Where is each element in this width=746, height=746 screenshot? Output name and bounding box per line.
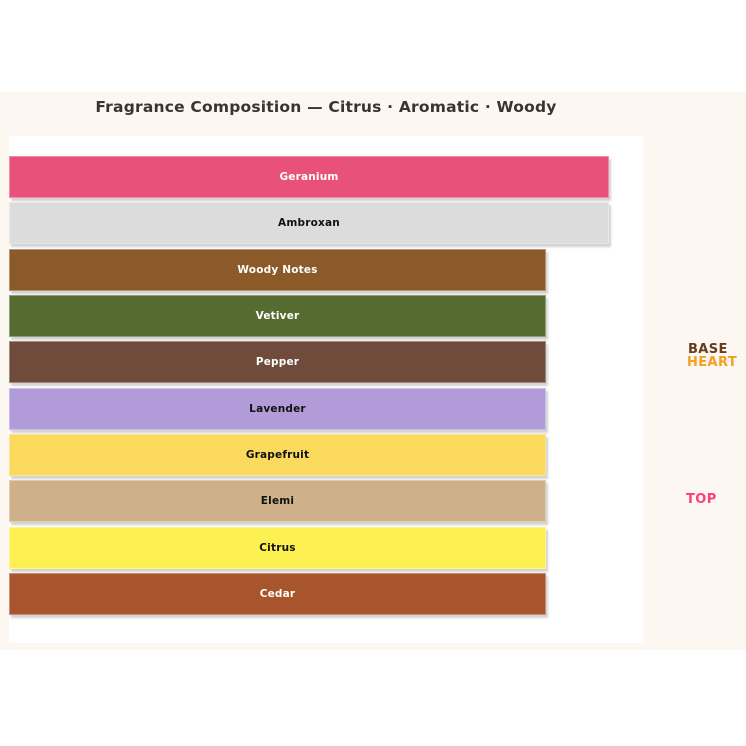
bar-label: Vetiver (256, 310, 300, 322)
bar-label: Geranium (279, 171, 338, 183)
chart-title: Fragrance Composition — Citrus · Aromati… (9, 98, 643, 116)
group-label-top: TOP (686, 492, 717, 507)
bar-grapefruit: Grapefruit (9, 434, 546, 476)
group-label-heart: HEART (687, 355, 737, 370)
figure-canvas: Fragrance Composition — Citrus · Aromati… (0, 92, 746, 650)
bar-label: Grapefruit (246, 449, 309, 461)
bar-vetiver: Vetiver (9, 295, 546, 337)
bar-label: Cedar (260, 588, 296, 600)
bar-label: Ambroxan (278, 217, 340, 229)
bar-elemi: Elemi (9, 480, 546, 522)
bar-ambroxan: Ambroxan (9, 202, 609, 244)
bar-label: Lavender (249, 403, 306, 415)
bar-citrus: Citrus (9, 527, 546, 569)
bar-woody-notes: Woody Notes (9, 249, 546, 291)
bar-geranium: Geranium (9, 156, 609, 198)
bar-label: Pepper (256, 356, 299, 368)
bar-label: Woody Notes (237, 264, 317, 276)
bar-label: Elemi (261, 495, 294, 507)
bar-lavender: Lavender (9, 388, 546, 430)
bar-pepper: Pepper (9, 341, 546, 383)
plot-area: Geranium Ambroxan Woody Notes Vetiver Pepper… (9, 136, 643, 643)
bar-label: Citrus (259, 542, 295, 554)
bar-cedar: Cedar (9, 573, 546, 615)
